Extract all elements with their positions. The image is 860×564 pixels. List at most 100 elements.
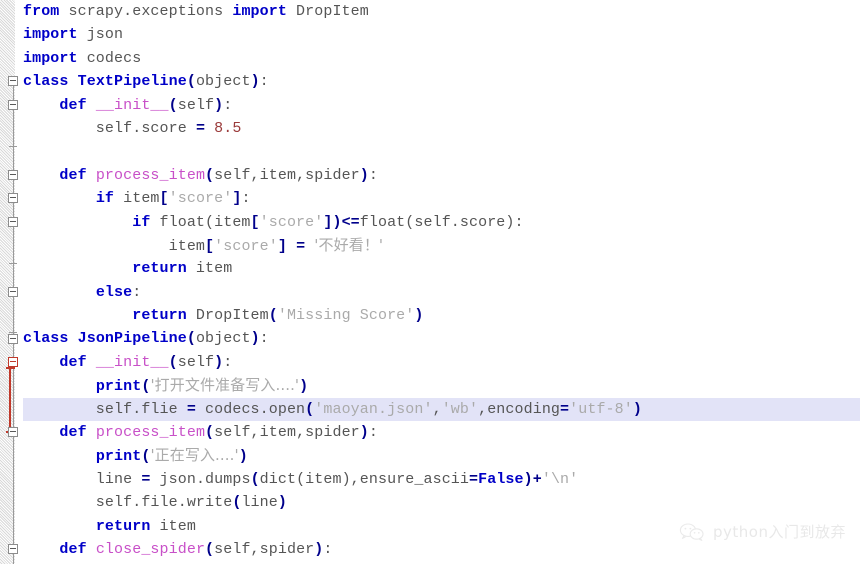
code-line[interactable]: import json	[23, 23, 860, 46]
code-token: :	[223, 353, 233, 371]
code-line[interactable]: print('正在写入....')	[23, 444, 860, 467]
code-token: (	[168, 96, 178, 114]
fold-collapse-icon[interactable]	[8, 169, 18, 180]
modified-lines-marker[interactable]	[9, 367, 11, 434]
fold-region-end	[9, 263, 17, 265]
fold-collapse-icon[interactable]	[8, 286, 18, 297]
fold-collapse-icon[interactable]	[8, 193, 18, 204]
code-line[interactable]	[23, 140, 860, 163]
code-token: float(self.score):	[359, 213, 524, 231]
code-token: )	[359, 424, 369, 442]
code-token: :	[368, 166, 378, 184]
code-line[interactable]: print('打开文件准备写入....')	[23, 374, 860, 397]
code-token: def	[59, 166, 87, 184]
code-line[interactable]: def process_item(self,item,spider):	[23, 164, 860, 187]
code-token: 'score'	[214, 237, 278, 255]
fold-collapse-icon[interactable]	[8, 76, 18, 87]
code-token: )	[632, 400, 642, 418]
code-line[interactable]: class TextPipeline(object):	[23, 70, 860, 93]
code-line[interactable]: def process_item(self,item,spider):	[23, 421, 860, 444]
code-token: JsonPipeline	[77, 330, 187, 348]
code-token: self,item,spider	[214, 166, 360, 184]
code-token: :	[368, 424, 378, 442]
code-token: )	[299, 378, 309, 396]
code-token: self	[177, 353, 215, 371]
code-token: __init__	[95, 353, 169, 371]
code-line[interactable]: self.score = 8.5	[23, 117, 860, 140]
code-line[interactable]: def __init__(self):	[23, 351, 860, 374]
code-token: codecs.open	[195, 400, 306, 418]
code-token: close_spider	[95, 540, 206, 558]
code-line[interactable]: return DropItem('Missing Score')	[23, 304, 860, 327]
code-token: process_item	[95, 424, 206, 442]
code-token: (	[305, 400, 315, 418]
code-token: json	[77, 26, 124, 44]
code-token: TextPipeline	[77, 73, 187, 91]
code-token: class	[23, 330, 69, 348]
code-line[interactable]: class JsonPipeline(object):	[23, 327, 860, 350]
code-token: :	[223, 96, 233, 114]
code-token: def	[59, 424, 87, 442]
code-token: :	[241, 190, 251, 208]
modified-lines-marker-cap	[6, 367, 15, 369]
code-token: (	[168, 353, 178, 371]
code-line[interactable]: if item['score']:	[23, 187, 860, 210]
fold-collapse-icon[interactable]	[8, 427, 18, 438]
code-token: (	[205, 540, 215, 558]
code-line[interactable]: if float(item['score'])<=float(self.scor…	[23, 211, 860, 234]
code-token: =	[195, 119, 206, 137]
code-line[interactable]: from scrapy.exceptions import DropItem	[23, 0, 860, 23]
code-token: <=	[341, 213, 360, 231]
code-token: class	[23, 73, 69, 91]
editor-gutter[interactable]	[0, 0, 22, 564]
code-token: )	[214, 353, 224, 371]
code-line[interactable]: line = json.dumps(dict(item),ensure_asci…	[23, 468, 860, 491]
code-editor[interactable]: from scrapy.exceptions import DropItem im…	[0, 0, 860, 564]
code-token: from	[23, 3, 60, 20]
code-line[interactable]: else:	[23, 281, 860, 304]
code-token: process_item	[95, 166, 206, 184]
code-token: scrapy.exceptions	[59, 3, 233, 20]
code-line[interactable]: return item	[23, 257, 860, 280]
code-line[interactable]: self.flie = codecs.open('maoyan.json','w…	[23, 397, 860, 422]
code-token: dict(item),ensure_ascii	[259, 470, 470, 488]
fold-collapse-icon[interactable]	[8, 544, 18, 555]
code-line[interactable]: item['score'] = '不好看！'	[23, 234, 860, 257]
fold-collapse-icon[interactable]	[8, 99, 18, 110]
code-token: if	[132, 213, 151, 231]
code-token: =	[296, 237, 306, 255]
code-line[interactable]: import codecs	[23, 47, 860, 70]
fold-region-line	[13, 109, 14, 151]
code-token: '正在写入....'	[150, 446, 239, 465]
code-line[interactable]: self.file.write(line)	[23, 491, 860, 514]
code-token: return	[95, 517, 151, 535]
code-token: object	[195, 330, 251, 348]
code-token: )	[277, 494, 287, 512]
code-token: '打开文件准备写入....'	[150, 376, 300, 395]
code-token: (	[250, 470, 260, 488]
code-token: ])	[323, 213, 342, 231]
code-token: =	[560, 400, 570, 418]
fold-collapse-icon[interactable]	[8, 333, 18, 344]
code-content[interactable]: from scrapy.exceptions import DropItem im…	[23, 0, 860, 564]
code-token: :	[259, 73, 269, 91]
wechat-logo-icon	[679, 522, 705, 541]
code-token: (	[205, 424, 215, 442]
code-token: :	[259, 330, 269, 348]
fold-collapse-icon[interactable]	[8, 357, 18, 367]
fold-collapse-icon[interactable]	[8, 216, 18, 227]
fold-region-line	[13, 226, 14, 268]
watermark: python入门到放弃	[679, 521, 846, 542]
code-line[interactable]: def __init__(self):	[23, 94, 860, 117]
code-token: def	[59, 540, 87, 558]
